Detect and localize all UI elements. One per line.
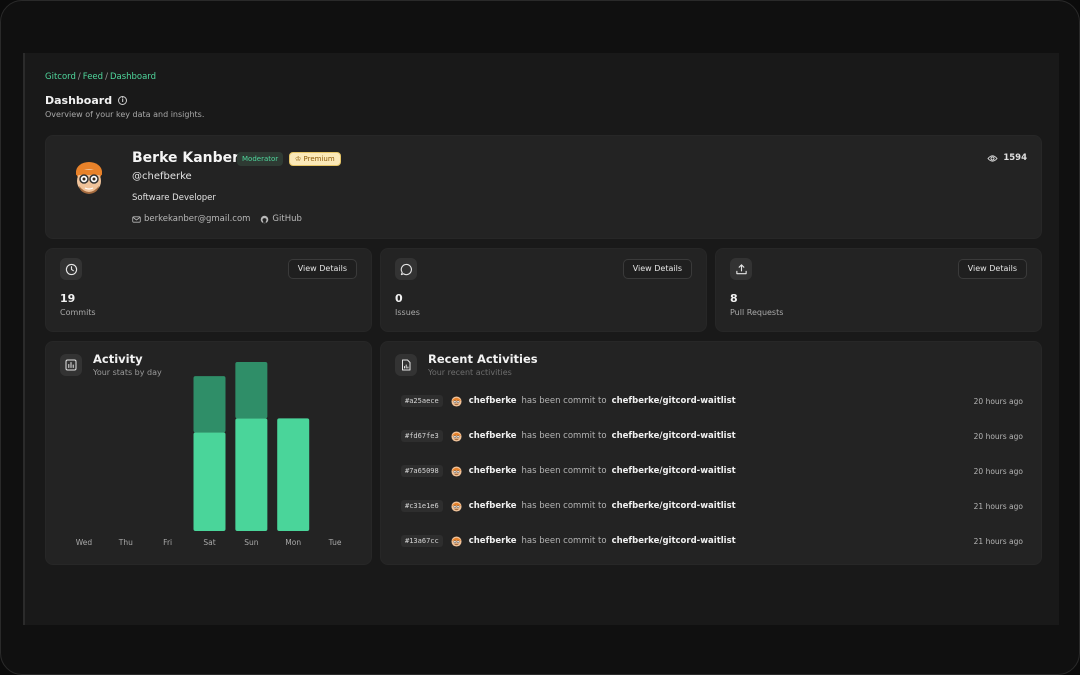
chart-bar-mon-0[interactable] xyxy=(277,418,310,531)
user-avatar-icon xyxy=(451,500,462,512)
activity-row[interactable]: #7a65098 chefberke has been commit to ch… xyxy=(401,463,1023,479)
commit-hash[interactable]: #13a67cc xyxy=(401,535,443,547)
stat-label: Issues xyxy=(395,308,420,317)
profile-role: Software Developer xyxy=(132,193,216,203)
profile-contact: berkekanber@gmail.com GitHub xyxy=(132,214,302,224)
chart-tick-label: Mon xyxy=(285,538,301,547)
stat-label: Pull Requests xyxy=(730,308,784,317)
avatar xyxy=(76,162,102,194)
activity-user[interactable]: chefberke xyxy=(469,536,517,546)
chart-bar-sun-0[interactable] xyxy=(235,418,268,531)
stat-value: 8 xyxy=(730,292,738,305)
recent-subtitle: Your recent activities xyxy=(428,368,512,377)
stat-value: 19 xyxy=(60,292,76,305)
chart-tick-label: Thu xyxy=(118,538,133,547)
email-text: berkekanber@gmail.com xyxy=(144,214,251,224)
activity-repo[interactable]: chefberke/gitcord-waitlist xyxy=(612,431,736,441)
activity-row[interactable]: #fd67fe3 chefberke has been commit to ch… xyxy=(401,428,1023,444)
activity-time: 20 hours ago xyxy=(973,466,1023,476)
chart-bar-sun-1[interactable] xyxy=(235,362,268,419)
commit-hash[interactable]: #7a65098 xyxy=(401,465,443,477)
stat-card-issues: View Details 0 Issues xyxy=(380,248,707,332)
activity-text: has been commit to xyxy=(521,501,607,511)
info-icon[interactable]: i xyxy=(118,96,128,105)
page-title-text: Dashboard xyxy=(45,94,113,107)
profile-views: 1594 xyxy=(987,153,1027,163)
views-count: 1594 xyxy=(1003,153,1027,163)
github-text: GitHub xyxy=(272,214,302,224)
activity-user[interactable]: chefberke xyxy=(469,431,517,441)
view-details-button[interactable]: View Details xyxy=(287,259,357,279)
device-frame: Gitcord / Feed / Dashboard Dashboard i Overv… xyxy=(0,0,1080,675)
activity-time: 21 hours ago xyxy=(973,501,1023,511)
user-avatar-icon xyxy=(451,465,462,477)
activity-row[interactable]: #a25aece chefberke has been commit to ch… xyxy=(401,393,1023,409)
activity-user[interactable]: chefberke xyxy=(469,501,517,511)
page-title: Dashboard i xyxy=(45,94,128,107)
page-subtitle: Overview of your key data and insights. xyxy=(45,110,205,119)
activity-text: has been commit to xyxy=(521,466,607,476)
chart-bar-sat-1[interactable] xyxy=(193,376,226,433)
breadcrumb-feed[interactable]: Feed xyxy=(83,72,103,82)
stat-label: Commits xyxy=(60,308,96,317)
upload-icon xyxy=(730,258,752,280)
email-link[interactable]: berkekanber@gmail.com xyxy=(132,214,250,224)
mail-icon xyxy=(132,215,141,223)
stat-card-pull-requests: View Details 8 Pull Requests xyxy=(715,248,1042,332)
breadcrumb-dashboard[interactable]: Dashboard xyxy=(110,72,156,82)
stat-card-commits: View Details 19 Commits xyxy=(45,248,372,332)
activity-text: has been commit to xyxy=(521,431,607,441)
activity-row[interactable]: #c31e1e6 chefberke has been commit to ch… xyxy=(401,498,1023,514)
breadcrumb-separator: / xyxy=(77,72,81,82)
activity-repo[interactable]: chefberke/gitcord-waitlist xyxy=(612,396,736,406)
premium-badge: ♔ Premium xyxy=(289,152,341,166)
chart-tick-label: Fri xyxy=(163,538,172,547)
activity-text: has been commit to xyxy=(521,536,607,546)
clock-icon xyxy=(60,258,82,280)
activity-repo[interactable]: chefberke/gitcord-waitlist xyxy=(612,501,736,511)
commit-hash[interactable]: #c31e1e6 xyxy=(401,500,443,512)
crown-icon: ♔ xyxy=(295,155,302,163)
profile-card: Berke Kanber Moderator ♔ Premium @chefbe… xyxy=(45,135,1042,239)
chart-tick-label: Sat xyxy=(203,538,215,547)
activity-time: 20 hours ago xyxy=(973,431,1023,441)
commit-hash[interactable]: #fd67fe3 xyxy=(401,430,443,442)
chart-bar-sat-0[interactable] xyxy=(193,432,226,531)
view-details-button[interactable]: View Details xyxy=(957,259,1027,279)
app-screen: Gitcord / Feed / Dashboard Dashboard i Overv… xyxy=(23,53,1059,625)
activity-time: 21 hours ago xyxy=(973,536,1023,546)
github-link[interactable]: GitHub xyxy=(260,214,302,224)
activity-row[interactable]: #13a67cc chefberke has been commit to ch… xyxy=(401,533,1023,549)
activity-repo[interactable]: chefberke/gitcord-waitlist xyxy=(612,466,736,476)
user-avatar-icon xyxy=(451,430,462,442)
recent-activities-card: Recent Activities Your recent activities… xyxy=(380,341,1042,565)
message-circle-icon xyxy=(395,258,417,280)
chart-tick-label: Wed xyxy=(76,538,93,547)
user-avatar-icon xyxy=(451,535,462,547)
activity-card: Activity Your stats by day Wed Thu Fri Sat S… xyxy=(45,341,372,565)
activity-text: has been commit to xyxy=(521,396,607,406)
eye-icon xyxy=(987,154,998,162)
chart-tick-label: Tue xyxy=(328,538,342,547)
chart-tick-label: Sun xyxy=(244,538,259,547)
activity-user[interactable]: chefberke xyxy=(469,466,517,476)
breadcrumb-gitcord[interactable]: Gitcord xyxy=(45,72,76,82)
profile-handle: @chefberke xyxy=(132,171,192,182)
moderator-badge: Moderator xyxy=(237,152,284,166)
github-icon xyxy=(261,215,269,223)
profile-name: Berke Kanber xyxy=(132,150,240,166)
commit-hash[interactable]: #a25aece xyxy=(401,395,443,407)
activity-user[interactable]: chefberke xyxy=(469,396,517,406)
stat-value: 0 xyxy=(395,292,403,305)
view-details-button[interactable]: View Details xyxy=(622,259,692,279)
activity-repo[interactable]: chefberke/gitcord-waitlist xyxy=(612,536,736,546)
activity-chart: Wed Thu Fri Sat Sun Mon Tue xyxy=(76,362,342,547)
premium-badge-label: Premium xyxy=(303,155,335,163)
user-avatar-icon xyxy=(451,395,462,407)
activity-time: 20 hours ago xyxy=(973,396,1023,406)
breadcrumb: Gitcord / Feed / Dashboard xyxy=(45,72,156,82)
breadcrumb-separator: / xyxy=(105,72,108,82)
recent-title: Recent Activities xyxy=(428,352,538,366)
file-chart-icon xyxy=(395,354,417,376)
